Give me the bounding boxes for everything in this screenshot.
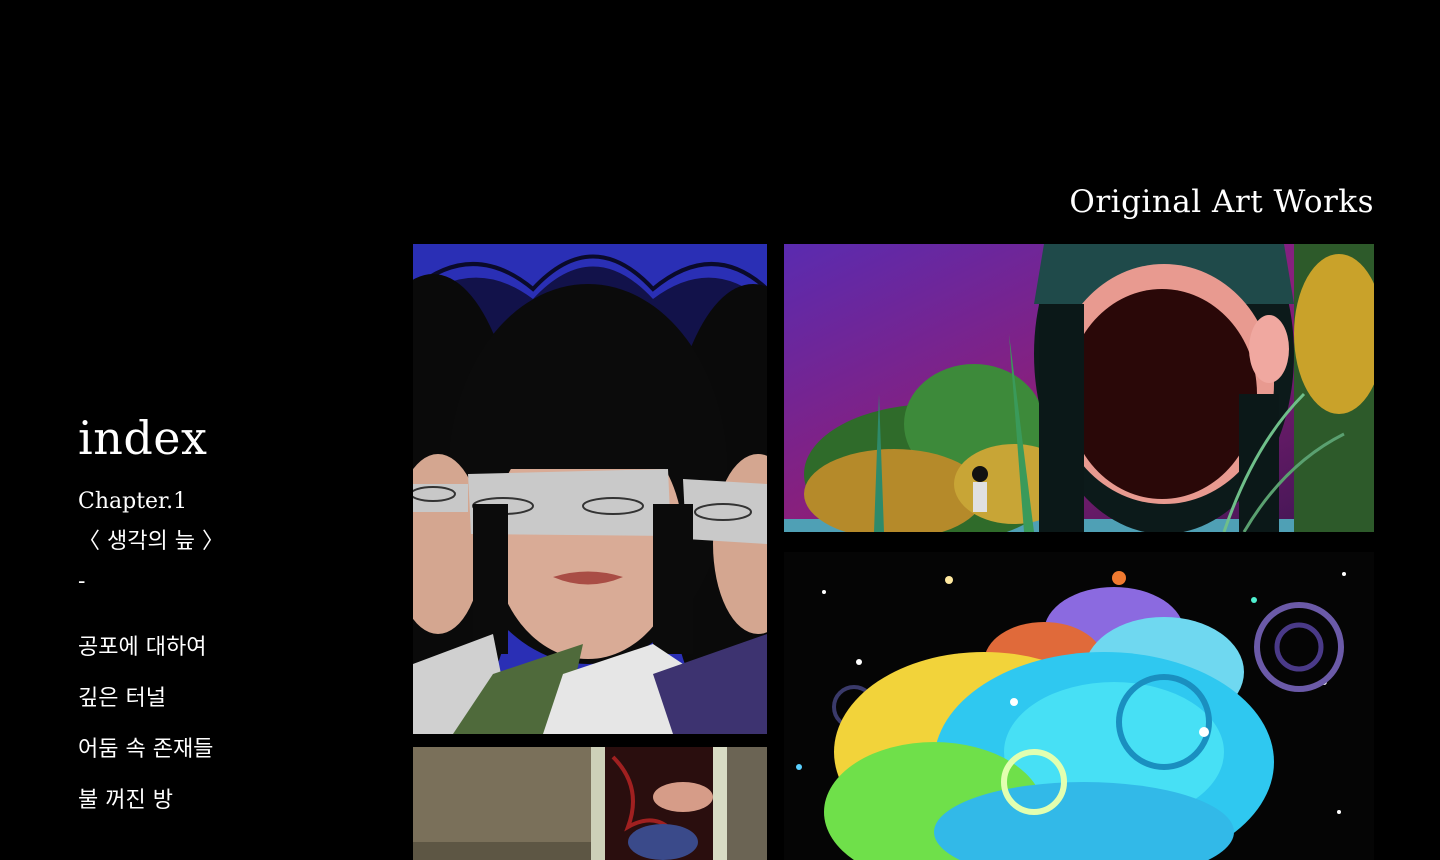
artwork-dark-room[interactable] <box>413 747 767 860</box>
chapter-subtitle: 〈 생각의 늪 〉 <box>78 529 224 554</box>
artwork-colorful-cosmic-swirl[interactable] <box>784 552 1374 860</box>
index-title: index <box>78 411 208 465</box>
artwork-faceless-girl-forest-image <box>784 244 1374 532</box>
menu-item-fear[interactable]: 공포에 대하여 <box>78 622 378 673</box>
chapter-label: Chapter.1 <box>78 489 188 514</box>
sidebar-index: index Chapter.1 〈 생각의 늪 〉 - 공포에 대하여 깊은 터… <box>78 408 378 826</box>
chapter-menu: 공포에 대하여 깊은 터널 어둠 속 존재들 불 꺼진 방 <box>78 622 378 826</box>
artwork-masked-girls[interactable] <box>413 244 767 734</box>
menu-item-unlit-room[interactable]: 불 꺼진 방 <box>78 775 378 826</box>
artwork-dark-room-image <box>413 747 767 860</box>
menu-item-deep-tunnel[interactable]: 깊은 터널 <box>78 673 378 724</box>
page-title: Original Art Works <box>1069 184 1374 220</box>
menu-item-beings-in-dark[interactable]: 어둠 속 존재들 <box>78 724 378 775</box>
artwork-masked-girls-image <box>413 244 767 734</box>
artwork-faceless-girl-forest[interactable] <box>784 244 1374 532</box>
chapter-separator: - <box>78 569 86 594</box>
artwork-colorful-cosmic-swirl-image <box>784 552 1374 860</box>
